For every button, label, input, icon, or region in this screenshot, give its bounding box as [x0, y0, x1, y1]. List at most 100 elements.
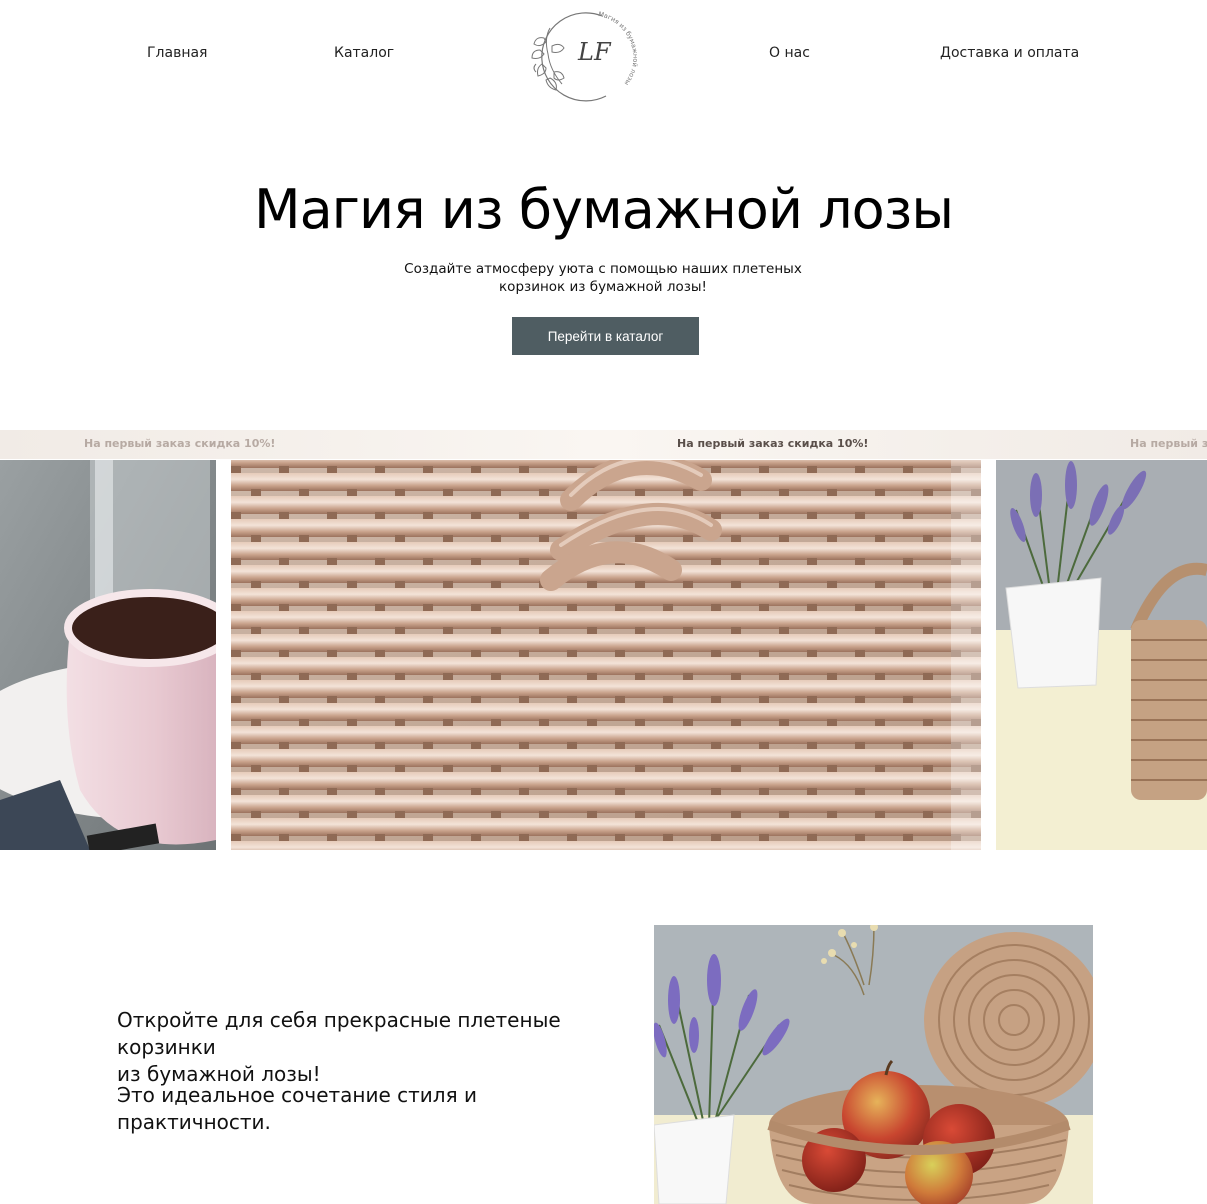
weave-stake	[327, 512, 337, 520]
weave-stake	[231, 466, 241, 474]
weave-stake	[347, 719, 357, 727]
weave-stake	[347, 627, 357, 635]
weave-stake	[779, 627, 789, 635]
weave-stake	[855, 742, 865, 750]
weave-stake	[471, 650, 481, 658]
weave-stake	[231, 696, 241, 704]
weave-rod	[231, 634, 981, 652]
weave-stake	[491, 673, 501, 681]
basket-weave-image	[231, 460, 981, 850]
weave-stake	[279, 512, 289, 520]
weave-stake	[443, 627, 453, 635]
weave-stake	[395, 765, 405, 773]
weave-stake	[875, 581, 885, 589]
weave-stake	[539, 719, 549, 727]
weave-stake	[327, 834, 337, 842]
weave-stake	[759, 558, 769, 566]
weave-stake	[395, 719, 405, 727]
weave-stake	[731, 673, 741, 681]
weave-stake	[855, 512, 865, 520]
weave-stake	[615, 742, 625, 750]
weave-stake	[923, 581, 933, 589]
about-heading: Откройте для себя прекрасные плетеные ко…	[117, 1007, 637, 1088]
weave-stake	[587, 627, 597, 635]
nav-link-catalog[interactable]: Каталог	[334, 45, 394, 61]
weave-stake	[491, 719, 501, 727]
weave-stake	[443, 719, 453, 727]
weave-stake	[395, 535, 405, 543]
weave-stake	[347, 673, 357, 681]
weave-stake	[327, 742, 337, 750]
weave-stake	[683, 719, 693, 727]
weave-stake	[347, 489, 357, 497]
weave-stake	[375, 604, 385, 612]
weave-rod	[231, 703, 981, 721]
weave-stake	[491, 535, 501, 543]
weave-stake	[875, 673, 885, 681]
weave-stake	[279, 742, 289, 750]
weave-stake	[327, 788, 337, 796]
weave-stake	[251, 719, 261, 727]
weave-stake	[587, 811, 597, 819]
weave-stake	[327, 604, 337, 612]
weave-stake	[827, 581, 837, 589]
weave-stake	[375, 696, 385, 704]
weave-stake	[423, 466, 433, 474]
nav-link-about[interactable]: О нас	[769, 45, 810, 61]
weave-stake	[759, 466, 769, 474]
weave-stake	[615, 696, 625, 704]
weave-stake	[299, 765, 309, 773]
weave-stake	[875, 535, 885, 543]
weave-stake	[663, 696, 673, 704]
weave-stake	[923, 811, 933, 819]
gallery-photo-tea[interactable]	[0, 460, 216, 850]
weave-stake	[299, 627, 309, 635]
weave-stake	[663, 742, 673, 750]
weave-stake	[519, 558, 529, 566]
weave-stake	[299, 489, 309, 497]
weave-stake	[231, 834, 241, 842]
weave-stake	[587, 719, 597, 727]
gallery-photo-basket[interactable]	[231, 460, 981, 850]
weave-stake	[855, 466, 865, 474]
nav-link-home[interactable]: Главная	[147, 45, 207, 61]
weave-stake	[299, 581, 309, 589]
weave-stake	[731, 581, 741, 589]
weave-stake	[423, 604, 433, 612]
featured-photo-apples[interactable]	[654, 925, 1093, 1204]
weave-stake	[231, 558, 241, 566]
weave-stake	[519, 512, 529, 520]
weave-stake	[855, 650, 865, 658]
weave-stake	[615, 788, 625, 796]
weave-stake	[471, 834, 481, 842]
weave-stake	[923, 673, 933, 681]
weave-stake	[375, 512, 385, 520]
promo-text: На первый заказ скидка 10%!	[1130, 437, 1207, 450]
weave-stake	[567, 650, 577, 658]
go-to-catalog-button[interactable]: Перейти в каталог	[512, 317, 699, 355]
weave-rod	[231, 588, 981, 606]
weave-stake	[539, 811, 549, 819]
weave-stake	[279, 696, 289, 704]
site-logo[interactable]: Магия из бумажной лозы LF	[526, 8, 642, 104]
weave-stake	[875, 719, 885, 727]
weave-stake	[807, 696, 817, 704]
weave-stake	[423, 650, 433, 658]
weave-stake	[375, 788, 385, 796]
weave-stake	[731, 489, 741, 497]
nav-link-delivery[interactable]: Доставка и оплата	[940, 45, 1079, 61]
weave-stake	[731, 535, 741, 543]
weave-stake	[279, 834, 289, 842]
weave-stake	[491, 811, 501, 819]
weave-stake	[807, 604, 817, 612]
gallery-photo-lavender[interactable]	[996, 460, 1207, 850]
weave-stake	[779, 489, 789, 497]
logo-emblem-icon: Магия из бумажной лозы LF	[531, 10, 639, 102]
weave-stake	[471, 788, 481, 796]
weave-stake	[251, 811, 261, 819]
weave-stake	[711, 834, 721, 842]
weave-stake	[471, 512, 481, 520]
weave-stake	[827, 627, 837, 635]
weave-stake	[711, 742, 721, 750]
weave-stake	[471, 558, 481, 566]
